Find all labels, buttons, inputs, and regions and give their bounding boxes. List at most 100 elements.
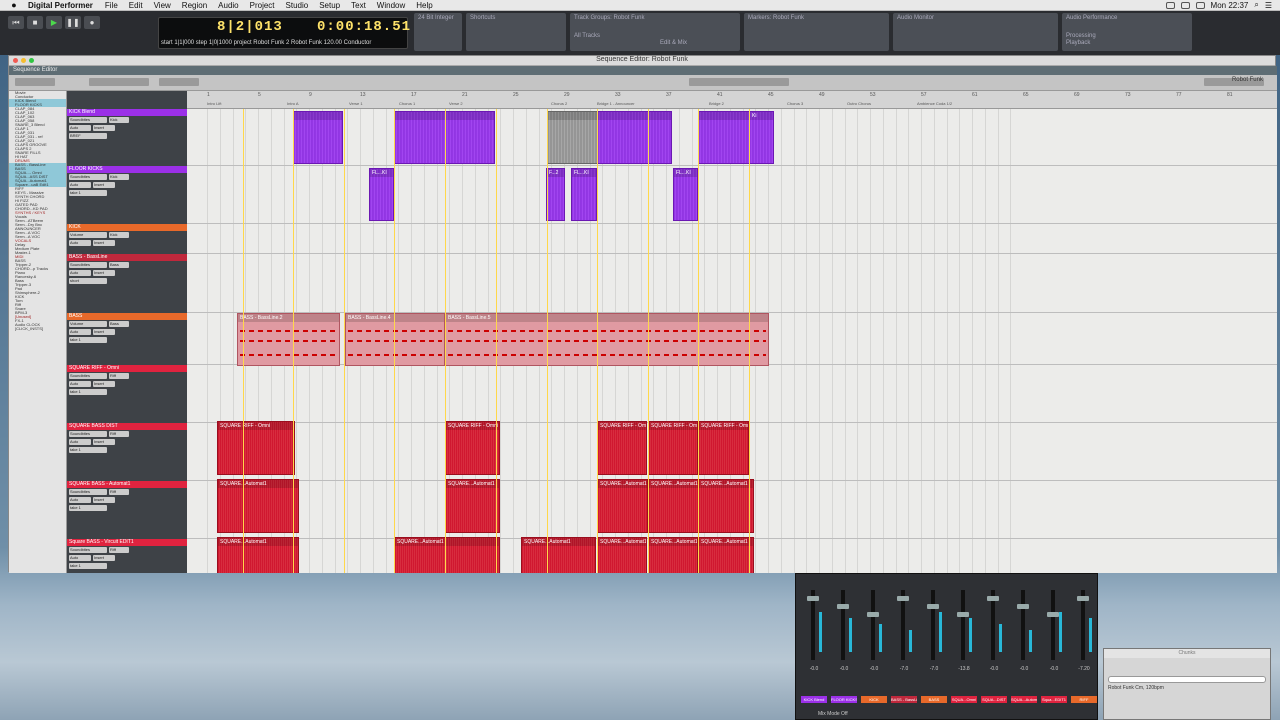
track-output-menu[interactable]: Soundbites <box>69 174 107 180</box>
track-name[interactable]: BASS <box>67 313 187 320</box>
strip-name[interactable]: SQUA...DIST <box>981 696 1007 703</box>
audio-clip[interactable]: SQUARE...Automat1 <box>597 479 648 533</box>
record-button[interactable]: ● <box>84 16 100 29</box>
audio-format-panel[interactable]: 24 Bit Integer <box>414 13 462 51</box>
take-menu[interactable]: take 1 <box>69 563 107 569</box>
automation-menu[interactable]: Auto <box>69 381 91 387</box>
audio-clip[interactable]: SQUARE RIFF - Omni <box>648 421 698 475</box>
fader-cap[interactable] <box>927 604 939 609</box>
fader-cap[interactable] <box>837 604 849 609</box>
menu-text[interactable]: Text <box>351 1 366 10</box>
audio-clip[interactable] <box>597 111 672 164</box>
pause-button[interactable]: ❚❚ <box>65 16 81 29</box>
track-output-menu[interactable]: Soundbites <box>69 262 107 268</box>
automation-menu[interactable]: Auto <box>69 270 91 276</box>
audio-performance-panel[interactable]: Audio Performance Processing Playback <box>1062 13 1192 51</box>
marker[interactable]: Chorus 1 <box>399 101 415 106</box>
track-name[interactable]: KICK Blend <box>67 109 187 116</box>
track-name[interactable]: SQUARE RIFF - Omni <box>67 365 187 372</box>
automation-menu[interactable]: Auto <box>69 240 91 246</box>
menu-project[interactable]: Project <box>250 1 275 10</box>
take-menu[interactable]: BREF <box>69 133 107 139</box>
insert-menu[interactable]: Insert <box>93 125 115 131</box>
shortcuts-panel[interactable]: Shortcuts <box>466 13 566 51</box>
tab-sequence-editor[interactable]: Sequence Editor <box>13 67 57 73</box>
audio-clip[interactable]: Ki <box>749 111 774 164</box>
track-input-menu[interactable]: Riff <box>109 431 129 437</box>
take-menu[interactable]: take 1 <box>69 389 107 395</box>
audio-clip[interactable]: SQUARE...Automat1 <box>648 537 698 573</box>
rewind-button[interactable]: ⏮ <box>8 16 24 29</box>
automation-menu[interactable]: Auto <box>69 182 91 188</box>
track-input-menu[interactable]: Riff <box>109 489 129 495</box>
insert-menu[interactable]: Insert <box>93 329 115 335</box>
timeline-ruler[interactable]: 1 5 9 13 17 21 25 29 33 37 41 45 49 53 57 61 65 69 73 77 81 I… <box>187 91 1277 109</box>
track-output-menu[interactable]: Soundbites <box>69 431 107 437</box>
track-output-menu[interactable]: Soundbites <box>69 489 107 495</box>
insert-menu[interactable]: Insert <box>93 555 115 561</box>
track-name[interactable]: BASS - BassLine <box>67 254 187 261</box>
track-list-item[interactable]: [CLICK_INSTS] <box>9 327 66 331</box>
edit-tools-button[interactable] <box>89 78 149 86</box>
audio-clip[interactable]: FL...KI <box>369 168 394 221</box>
automation-menu[interactable]: Auto <box>69 125 91 131</box>
strip-name[interactable]: RIFF <box>1071 696 1097 703</box>
fader-cap[interactable] <box>1077 596 1089 601</box>
menu-audio[interactable]: Audio <box>218 1 238 10</box>
window-titlebar[interactable]: Sequence Editor: Robot Funk <box>9 56 1275 66</box>
track-name[interactable]: SQUARE BASS DIST <box>67 423 187 430</box>
strip-name[interactable]: SQUA...Automat1 <box>1011 696 1037 703</box>
search-icon[interactable]: ⌕ <box>1254 0 1258 10</box>
track-input-menu[interactable]: Kick <box>109 174 129 180</box>
strip-name[interactable]: SQUA...Omni <box>951 696 977 703</box>
audio-clip[interactable]: SQUARE RIFF - Omni <box>217 421 295 475</box>
marker[interactable]: Verse 1 <box>349 101 363 106</box>
audio-clip[interactable]: FL...KI <box>571 168 597 221</box>
midi-clip[interactable]: BASS - BassLine.5 <box>445 313 769 366</box>
marker[interactable]: Outro Chorus <box>847 101 871 106</box>
automation-menu[interactable]: Auto <box>69 497 91 503</box>
stop-button[interactable]: ■ <box>27 16 43 29</box>
status-icon[interactable] <box>1165 1 1175 9</box>
chunk-item[interactable]: Robot Funk Cm, 120bpm <box>1108 685 1266 691</box>
marker[interactable]: Bridge 1 - Announcer <box>597 101 635 106</box>
audio-clip[interactable] <box>293 111 343 164</box>
track-input-menu[interactable]: Bass <box>109 321 129 327</box>
track-output-menu[interactable]: Volume <box>69 232 107 238</box>
menu-studio[interactable]: Studio <box>286 1 309 10</box>
track-lanes[interactable]: Ki FL...KI F...2 FL...KI FL...KI BASS - BassL… <box>187 109 1277 573</box>
audio-clip[interactable]: FL...KI <box>673 168 698 221</box>
insert-menu[interactable]: Insert <box>93 240 115 246</box>
take-menu[interactable]: short <box>69 278 107 284</box>
menu-window[interactable]: Window <box>377 1 405 10</box>
audio-clip[interactable]: F...2 <box>546 168 565 221</box>
track-name[interactable]: Square BASS - Vircuit EDIT1 <box>67 539 187 546</box>
menu-region[interactable]: Region <box>182 1 207 10</box>
track-name[interactable]: SQUARE BASS - Automat1 <box>67 481 187 488</box>
audio-clip[interactable]: SQUARE...Automat1 <box>217 479 299 533</box>
track-name[interactable]: FLOOR KICKS <box>67 166 187 173</box>
marker[interactable]: Chorus 3 <box>787 101 803 106</box>
clock[interactable]: Mon 22:37 <box>1211 1 1249 10</box>
fader-cap[interactable] <box>867 612 879 617</box>
take-menu[interactable]: take 1 <box>69 190 107 196</box>
take-menu[interactable]: take 1 <box>69 505 107 511</box>
track-groups-panel[interactable]: Track Groups: Robot Funk All Tracks Edit &… <box>570 13 740 51</box>
midi-clip[interactable]: BASS - BassLine.4 <box>345 313 445 366</box>
wifi-icon[interactable] <box>1195 1 1205 9</box>
close-icon[interactable] <box>13 58 18 63</box>
take-menu[interactable]: take 1 <box>69 447 107 453</box>
sequence-menu[interactable]: Robot Funk <box>1232 77 1263 83</box>
track-input-menu[interactable]: Riff <box>109 373 129 379</box>
track-output-menu[interactable]: Soundbites <box>69 117 107 123</box>
track-output-menu[interactable]: Soundbites <box>69 373 107 379</box>
audio-clip[interactable]: SQUARE...Automat1 <box>597 537 647 573</box>
track-input-menu[interactable]: Kick <box>109 117 129 123</box>
menu-setup[interactable]: Setup <box>319 1 340 10</box>
insert-menu[interactable]: Insert <box>93 381 115 387</box>
strip-name[interactable]: FLOOR KICKS <box>831 696 857 703</box>
strip-name[interactable]: KICK <box>861 696 887 703</box>
zoom-icon[interactable] <box>29 58 34 63</box>
insert-menu[interactable]: Insert <box>93 182 115 188</box>
track-name[interactable]: KICK <box>67 224 187 231</box>
